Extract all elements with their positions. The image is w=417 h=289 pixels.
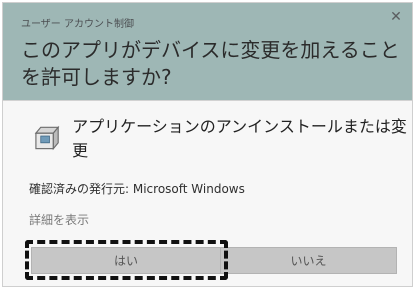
app-name: アプリケーションのアンインストールまたは変更	[72, 117, 407, 160]
show-details-link[interactable]: 詳細を表示	[29, 211, 89, 228]
close-icon[interactable]: ✕	[388, 9, 404, 25]
app-row: アプリケーションのアンインストールまたは変更	[33, 117, 412, 160]
no-button[interactable]: いいえ	[220, 247, 397, 274]
uninstall-box-icon	[34, 125, 60, 151]
dialog-header: ユーザー アカウント制御 ✕ このアプリがデバイスに変更を加えることを許可します…	[3, 3, 412, 100]
header-divider	[3, 100, 412, 101]
permission-question: このアプリがデバイスに変更を加えることを許可しますか?	[21, 38, 400, 89]
yes-button[interactable]: はい	[31, 247, 221, 274]
publisher-text: 確認済みの発行元: Microsoft Windows	[29, 182, 245, 196]
dialog-title: ユーザー アカウント制御	[21, 19, 134, 30]
uac-dialog: ユーザー アカウント制御 ✕ このアプリがデバイスに変更を加えることを許可します…	[2, 2, 413, 287]
